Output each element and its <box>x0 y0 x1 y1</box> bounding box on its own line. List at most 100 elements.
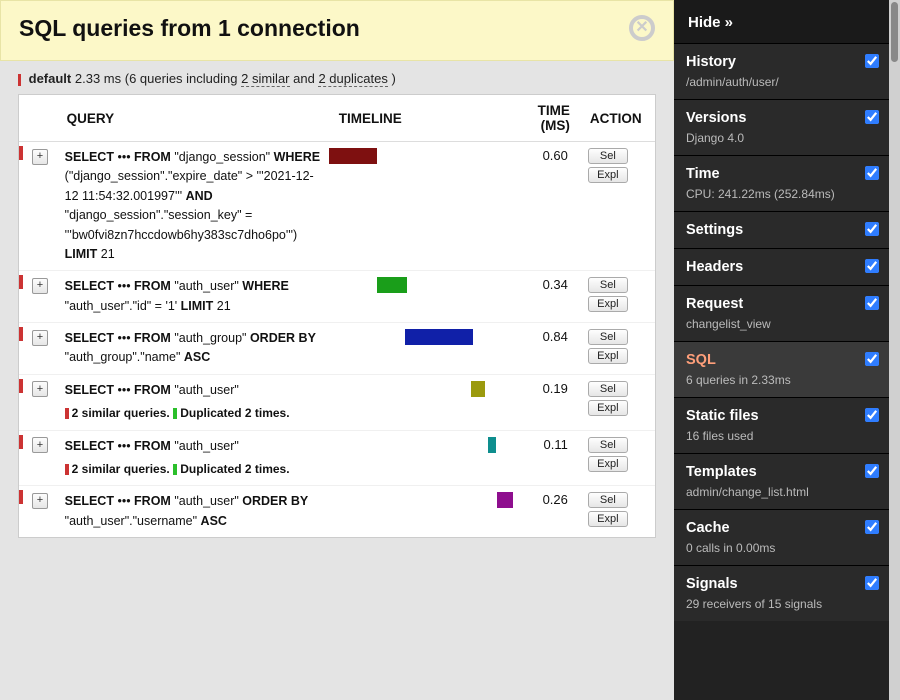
sel-button[interactable]: Sel <box>588 329 628 345</box>
panel-enable-checkbox[interactable] <box>865 352 879 366</box>
queries-table-wrap: QUERY TIMELINE TIME (MS) ACTION + SELECT… <box>18 94 656 538</box>
panel-title: Request <box>686 296 877 312</box>
expand-button[interactable]: + <box>32 278 48 294</box>
query-time: 0.84 <box>517 323 580 375</box>
col-action: ACTION <box>580 95 655 142</box>
table-row: + SELECT ••• FROM "auth_user" ORDER BY "… <box>19 486 655 537</box>
timeline-bar <box>488 437 496 453</box>
sel-button[interactable]: Sel <box>588 277 628 293</box>
sel-button[interactable]: Sel <box>588 148 628 164</box>
col-query: QUERY <box>57 95 329 142</box>
panel-subtitle: 16 files used <box>686 429 877 443</box>
expl-button[interactable]: Expl <box>588 456 628 472</box>
summary-mid: and <box>290 71 319 86</box>
expand-button[interactable]: + <box>32 437 48 453</box>
query-time: 0.60 <box>517 142 580 271</box>
connection-name: default <box>29 71 72 86</box>
panel-title: Templates <box>686 464 877 480</box>
query-text: SELECT ••• FROM "auth_user" ORDER BY "au… <box>57 486 329 537</box>
panel-title: Headers <box>686 259 877 275</box>
panel-title: History <box>686 54 877 70</box>
expand-button[interactable]: + <box>32 149 48 165</box>
timeline-cell <box>329 271 517 323</box>
panel-subtitle: Django 4.0 <box>686 131 877 145</box>
duplicates-link[interactable]: 2 duplicates <box>318 71 387 87</box>
table-row: + SELECT ••• FROM "django_session" WHERE… <box>19 142 655 271</box>
timeline-cell <box>329 430 517 486</box>
panel-title: Cache <box>686 520 877 536</box>
titlebar: SQL queries from 1 connection ✕ <box>0 0 674 61</box>
summary-suffix: ) <box>388 71 396 86</box>
col-timeline: TIMELINE <box>329 95 517 142</box>
panel-request[interactable]: Request changelist_view <box>674 285 889 341</box>
sel-button[interactable]: Sel <box>588 492 628 508</box>
panel-history[interactable]: History /admin/auth/user/ <box>674 43 889 99</box>
expand-button[interactable]: + <box>32 381 48 397</box>
duplicated-tag: Duplicated 2 times. <box>173 406 289 420</box>
panel-sql[interactable]: ▷ SQL 6 queries in 2.33ms <box>674 341 889 397</box>
query-time: 0.11 <box>517 430 580 486</box>
hide-toolbar-button[interactable]: Hide » <box>674 0 889 43</box>
panel-enable-checkbox[interactable] <box>865 166 879 180</box>
scrollbar-thumb[interactable] <box>891 2 898 62</box>
sql-panel-main: SQL queries from 1 connection ✕ default … <box>0 0 674 700</box>
panel-title: Versions <box>686 110 877 126</box>
expl-button[interactable]: Expl <box>588 348 628 364</box>
expand-button[interactable]: + <box>32 493 48 509</box>
expl-button[interactable]: Expl <box>588 167 628 183</box>
panel-title: Time <box>686 166 877 182</box>
timeline-bar <box>377 277 407 293</box>
panel-enable-checkbox[interactable] <box>865 110 879 124</box>
col-time: TIME (MS) <box>517 95 580 142</box>
expl-button[interactable]: Expl <box>588 400 628 416</box>
timeline-cell <box>329 142 517 271</box>
panel-enable-checkbox[interactable] <box>865 408 879 422</box>
timeline-bar <box>471 381 485 397</box>
connection-time: 2.33 ms <box>75 71 121 86</box>
expand-button[interactable]: + <box>32 330 48 346</box>
similar-tag: 2 similar queries. <box>65 406 170 420</box>
timeline-bar <box>329 148 377 164</box>
queries-table: QUERY TIMELINE TIME (MS) ACTION + SELECT… <box>19 95 655 537</box>
panel-subtitle: 6 queries in 2.33ms <box>686 373 877 387</box>
sel-button[interactable]: Sel <box>588 381 628 397</box>
panel-title: SQL <box>686 352 877 368</box>
panel-subtitle: 29 receivers of 15 signals <box>686 597 877 611</box>
connection-color-bar <box>18 74 21 86</box>
timeline-bar <box>497 492 513 508</box>
panel-cache[interactable]: Cache 0 calls in 0.00ms <box>674 509 889 565</box>
expl-button[interactable]: Expl <box>588 511 628 527</box>
panel-enable-checkbox[interactable] <box>865 54 879 68</box>
summary-prefix: (6 queries including <box>125 71 241 86</box>
panel-signals[interactable]: Signals 29 receivers of 15 signals <box>674 565 889 621</box>
vertical-scrollbar[interactable] <box>889 0 900 700</box>
panel-enable-checkbox[interactable] <box>865 576 879 590</box>
panel-time[interactable]: Time CPU: 241.22ms (252.84ms) <box>674 155 889 211</box>
similar-link[interactable]: 2 similar <box>241 71 289 87</box>
timeline-cell <box>329 374 517 430</box>
panel-subtitle: changelist_view <box>686 317 877 331</box>
sel-button[interactable]: Sel <box>588 437 628 453</box>
query-time: 0.34 <box>517 271 580 323</box>
panel-enable-checkbox[interactable] <box>865 259 879 273</box>
panel-templates[interactable]: Templates admin/change_list.html <box>674 453 889 509</box>
query-text: SELECT ••• FROM "auth_user"2 similar que… <box>57 374 329 430</box>
panel-versions[interactable]: Versions Django 4.0 <box>674 99 889 155</box>
expl-button[interactable]: Expl <box>588 296 628 312</box>
panel-settings[interactable]: Settings <box>674 211 889 248</box>
panel-enable-checkbox[interactable] <box>865 520 879 534</box>
panel-static-files[interactable]: Static files 16 files used <box>674 397 889 453</box>
panel-enable-checkbox[interactable] <box>865 296 879 310</box>
query-text: SELECT ••• FROM "django_session" WHERE (… <box>57 142 329 271</box>
panel-enable-checkbox[interactable] <box>865 464 879 478</box>
debug-toolbar-sidebar: Hide » History /admin/auth/user/ Version… <box>674 0 889 700</box>
panel-title: SQL queries from 1 connection <box>19 15 360 42</box>
panel-enable-checkbox[interactable] <box>865 222 879 236</box>
panel-title: Signals <box>686 576 877 592</box>
query-time: 0.26 <box>517 486 580 537</box>
panel-title: Static files <box>686 408 877 424</box>
panel-subtitle: /admin/auth/user/ <box>686 75 877 89</box>
close-icon[interactable]: ✕ <box>629 15 655 41</box>
table-row: + SELECT ••• FROM "auth_user"2 similar q… <box>19 430 655 486</box>
panel-headers[interactable]: Headers <box>674 248 889 285</box>
